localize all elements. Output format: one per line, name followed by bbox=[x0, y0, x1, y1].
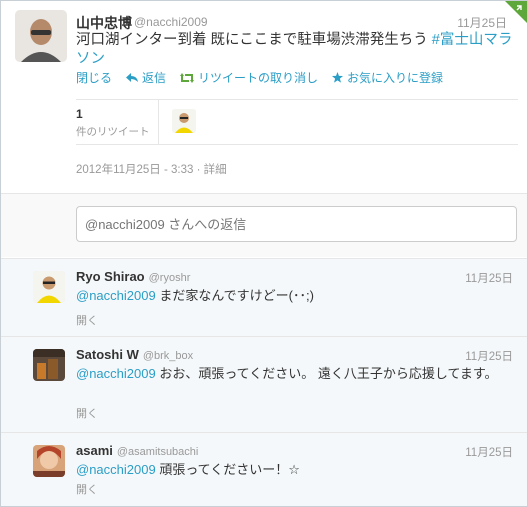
reply-author-handle[interactable]: @asamitsubachi bbox=[117, 446, 198, 458]
tweet-detail-panel: 山中忠博 @nacchi2009 11月25日 河口湖インター到着 既にここまで… bbox=[0, 0, 528, 507]
tweet-meta: 2012年11月25日 - 3:33 · 詳細 bbox=[76, 161, 227, 177]
mention-link[interactable]: @nacchi2009 bbox=[76, 288, 156, 303]
main-tweet-avatar[interactable] bbox=[15, 10, 67, 62]
reply-text: @nacchi2009 まだ家なんですけどー(･･;) bbox=[76, 287, 516, 304]
main-tweet-text: 河口湖インター到着 既にここまで駐車場渋滞発生ちう #富士山マラソン bbox=[76, 31, 518, 69]
reply-author: Ryo Shirao @ryoshr bbox=[76, 269, 190, 284]
reply-input[interactable] bbox=[76, 206, 517, 242]
reply-text: @nacchi2009 おお、頑張ってください。 遠く八王子から応援してます。 bbox=[76, 365, 516, 382]
retweet-count[interactable]: 1 bbox=[76, 107, 83, 121]
details-link[interactable]: 詳細 bbox=[204, 164, 227, 176]
retweet-stats: 1 件のリツイート bbox=[76, 99, 518, 145]
retweet-count-label[interactable]: 件のリツイート bbox=[76, 124, 150, 139]
meta-separator: · bbox=[196, 164, 204, 176]
mention-link[interactable]: @nacchi2009 bbox=[76, 462, 156, 477]
tweet-actions: 閉じる 返信 リツイートの取り消し お気に入りに登録 bbox=[76, 69, 443, 86]
retweeter-avatar[interactable] bbox=[172, 109, 196, 133]
main-tweet-author-name[interactable]: 山中忠博 bbox=[76, 13, 132, 33]
main-tweet-time[interactable]: 11月25日 bbox=[457, 14, 507, 31]
retweeted-corner-icon bbox=[505, 1, 527, 23]
reply-body: まだ家なんですけどー(･･;) bbox=[155, 288, 314, 303]
reply-author-name[interactable]: Satoshi W bbox=[76, 347, 139, 362]
reply-item[interactable]: Ryo Shirao @ryoshr 11月25日 @nacchi2009 まだ家… bbox=[1, 258, 527, 336]
reply-compose-area bbox=[1, 193, 527, 257]
reply-body: 頑張ってくださいー！☆ bbox=[155, 462, 300, 477]
reply-time[interactable]: 11月25日 bbox=[465, 270, 513, 286]
reply-author-handle[interactable]: @ryoshr bbox=[149, 272, 191, 284]
reply-avatar[interactable] bbox=[33, 445, 65, 477]
favorite-label: お気に入りに登録 bbox=[347, 71, 444, 85]
reply-body: おお、頑張ってください。 遠く八王子から応援してます。 bbox=[155, 366, 498, 381]
main-tweet-body: 河口湖インター到着 既にここまで駐車場渋滞発生ちう bbox=[76, 32, 432, 48]
reply-avatar[interactable] bbox=[33, 271, 65, 303]
stats-divider bbox=[158, 100, 159, 144]
expand-link[interactable]: 開く bbox=[76, 312, 98, 328]
reply-author-name[interactable]: Ryo Shirao bbox=[76, 269, 145, 284]
unretweet-label: リツイートの取り消し bbox=[198, 71, 319, 85]
unretweet-button[interactable]: リツイートの取り消し bbox=[180, 69, 318, 86]
expand-link[interactable]: 開く bbox=[76, 405, 98, 421]
reply-author: Satoshi W @brk_box bbox=[76, 347, 193, 362]
reply-label: 返信 bbox=[142, 71, 167, 85]
mention-link[interactable]: @nacchi2009 bbox=[76, 366, 156, 381]
reply-icon bbox=[126, 72, 139, 82]
reply-item[interactable]: Satoshi W @brk_box 11月25日 @nacchi2009 おお、… bbox=[1, 336, 527, 432]
reply-text: @nacchi2009 頑張ってくださいー！☆ bbox=[76, 461, 516, 478]
main-tweet-author-handle[interactable]: @nacchi2009 bbox=[134, 15, 208, 29]
star-icon bbox=[332, 72, 344, 83]
reply-author-name[interactable]: asami bbox=[76, 443, 113, 458]
reply-avatar[interactable] bbox=[33, 349, 65, 381]
reply-button[interactable]: 返信 bbox=[126, 69, 166, 86]
retweet-icon bbox=[180, 72, 195, 83]
reply-author-handle[interactable]: @brk_box bbox=[143, 350, 193, 362]
favorite-button[interactable]: お気に入りに登録 bbox=[332, 69, 443, 86]
reply-author: asami @asamitsubachi bbox=[76, 443, 198, 458]
close-link[interactable]: 閉じる bbox=[76, 69, 112, 86]
expand-link[interactable]: 開く bbox=[76, 481, 98, 497]
tweet-timestamp[interactable]: 2012年11月25日 - 3:33 bbox=[76, 164, 193, 176]
reply-item[interactable]: asami @asamitsubachi 11月25日 @nacchi2009 頑… bbox=[1, 432, 527, 506]
reply-time[interactable]: 11月25日 bbox=[465, 348, 513, 364]
close-label: 閉じる bbox=[76, 71, 113, 85]
reply-time[interactable]: 11月25日 bbox=[465, 444, 513, 460]
